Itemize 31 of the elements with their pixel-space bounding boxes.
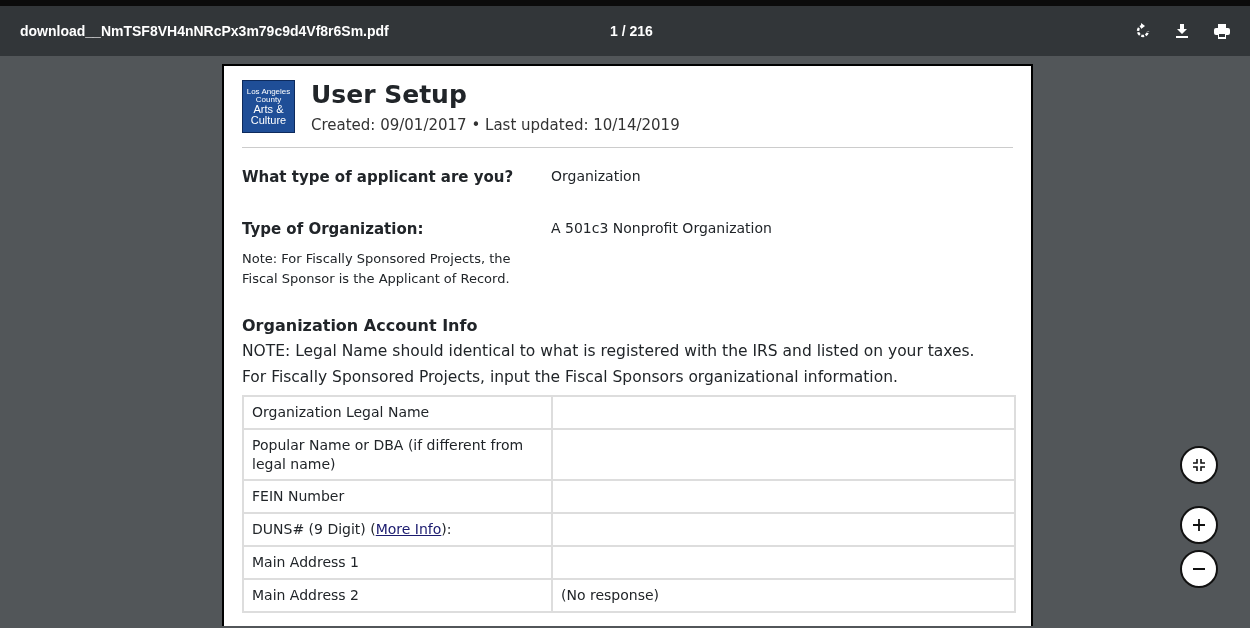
logo: Los Angeles County Arts & Culture — [242, 80, 295, 133]
question-label: What type of applicant are you? — [242, 166, 515, 188]
download-icon[interactable] — [1176, 24, 1188, 38]
file-name: download__NmTSF8VH4nNRcPx3m79c9d4Vf8r6Sm.pdf — [20, 21, 390, 41]
section-note: NOTE: Legal Name should identical to what is registered with the IRS and listed on your taxes. — [242, 341, 976, 363]
document-dates: Created: 09/01/2017 • Last updated: 10/14/2019 — [311, 115, 680, 136]
more-info-link[interactable]: More Info — [375, 521, 442, 538]
table-cell: FEIN Number — [243, 480, 552, 514]
table-cell: (No response) — [552, 579, 1015, 612]
field-label: ): — [441, 521, 452, 538]
question-label: Type of Organization: — [242, 219, 425, 240]
table-cell: Main Address 2 — [243, 579, 552, 612]
fit-icon — [1193, 459, 1205, 471]
field-label: DUNS# (9 Digit) ( — [252, 521, 376, 538]
answer-text: Organization — [551, 166, 641, 186]
table-cell: Organization Legal Name — [243, 395, 552, 429]
answer-text: A 501c3 Nonprofit Organization — [551, 219, 772, 238]
section-heading: Organization Account Info — [242, 315, 479, 338]
minus-icon — [1193, 568, 1205, 570]
section-note: For Fiscally Sponsored Projects, input the Fiscal Sponsors organizational information. — [242, 367, 899, 389]
table-cell: Popular Name or DBA (if different from legal name) — [243, 428, 552, 481]
fit-page-button[interactable] — [1180, 446, 1218, 484]
rotate-icon[interactable] — [1136, 23, 1150, 39]
table-cell: Main Address 1 — [243, 546, 552, 580]
note-text: Note: For Fiscally Sponsored Projects, the Fiscal Sponsor is the Applicant of Record. — [242, 249, 512, 289]
print-icon[interactable] — [1214, 23, 1230, 39]
document-title: User Setup — [311, 80, 468, 110]
page-counter: 1 / 216 — [610, 21, 653, 41]
plus-icon — [1193, 519, 1205, 531]
zoom-out-button[interactable] — [1180, 550, 1218, 588]
zoom-in-button[interactable] — [1180, 506, 1218, 544]
